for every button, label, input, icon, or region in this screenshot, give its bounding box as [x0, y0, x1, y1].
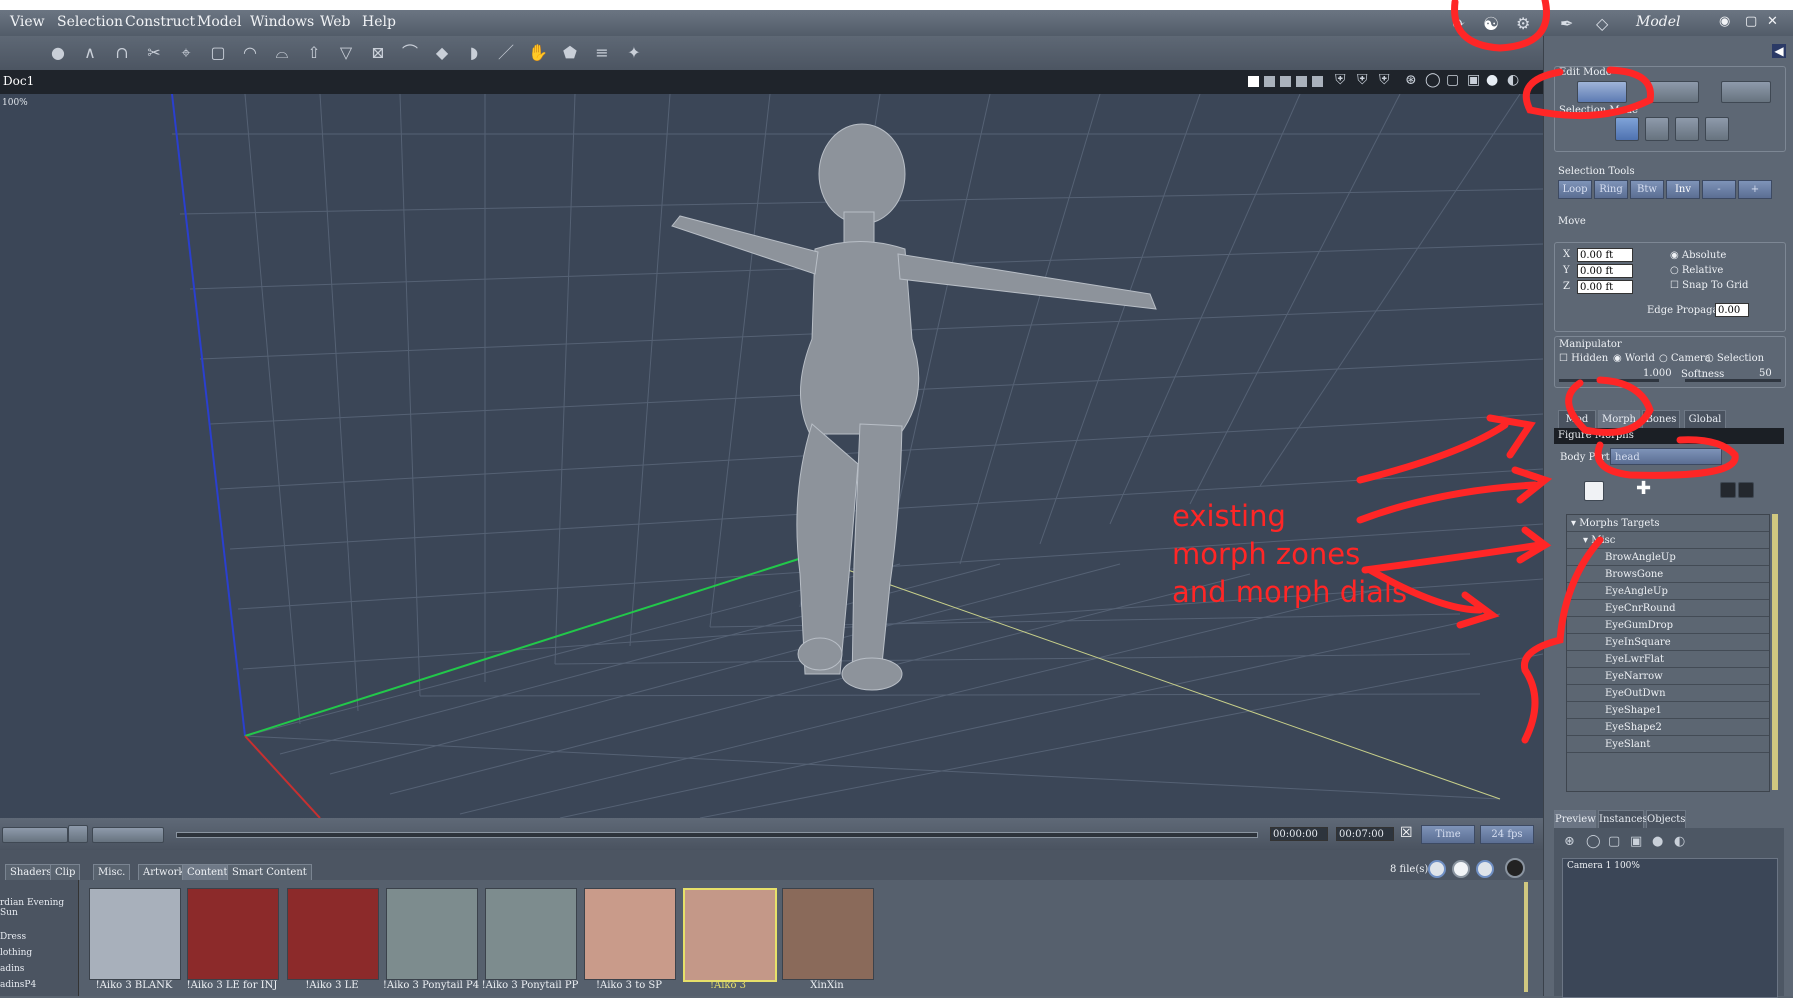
annotation-line: and morph dials — [1172, 575, 1407, 609]
annotation-overlay: existing morph zones and morph dials — [1172, 0, 1739, 744]
annotation-line: morph zones — [1172, 537, 1360, 571]
annotation-line: existing — [1172, 499, 1286, 533]
